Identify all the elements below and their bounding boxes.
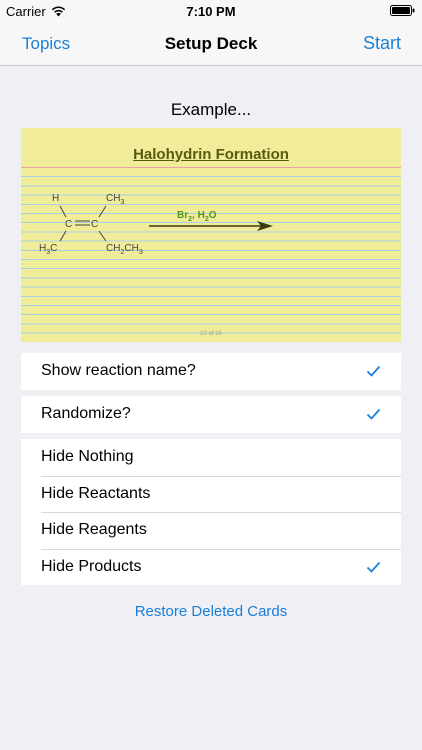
atom-ch3-top-sub: 3: [120, 199, 124, 206]
randomize-group: Randomize?: [21, 396, 401, 433]
row-label: Hide Reactants: [41, 484, 151, 502]
restore-deleted-cards-button[interactable]: Restore Deleted Cards: [0, 603, 422, 620]
atom-h3c-c: C: [50, 243, 57, 254]
example-card: Halohydrin Formation H C C CH3 H3C CH2CH…: [21, 128, 401, 342]
card-page-indicator: 10 of 16: [200, 331, 222, 337]
atom-c1: C: [65, 219, 72, 230]
hide-options-group: Hide Nothing Hide Reactants Hide Reagent…: [21, 439, 401, 585]
checkmark-icon: [366, 561, 381, 573]
atom-c2: C: [91, 219, 98, 230]
row-label: Hide Products: [41, 557, 142, 575]
hide-reagents-row[interactable]: Hide Reagents: [21, 512, 401, 549]
navigation-bar: Topics Setup Deck Start: [0, 22, 422, 66]
hide-reactants-row[interactable]: Hide Reactants: [21, 475, 401, 513]
randomize-row[interactable]: Randomize?: [21, 396, 401, 433]
start-button[interactable]: Start: [363, 33, 401, 54]
atom-h: H: [52, 193, 59, 204]
svg-text:CH2CH3: CH2CH3: [106, 243, 143, 254]
atom-ch2ch3-sub2: 3: [139, 249, 143, 254]
page-title: Setup Deck: [164, 34, 258, 53]
hide-products-row[interactable]: Hide Products: [21, 548, 401, 586]
reaction-name-group: Show reaction name?: [21, 353, 401, 390]
checkmark-icon: [366, 408, 381, 420]
row-label: Randomize?: [41, 405, 131, 422]
battery-icon: [390, 5, 415, 16]
row-label: Hide Nothing: [41, 448, 134, 465]
hide-nothing-row[interactable]: Hide Nothing: [21, 439, 401, 476]
row-label: Hide Reagents: [41, 521, 147, 538]
atom-ch2ch3-b: CH: [124, 243, 138, 254]
svg-text:CH3: CH3: [106, 193, 124, 206]
row-label: Show reaction name?: [41, 362, 196, 379]
example-label: Example...: [170, 100, 252, 119]
reaction-arrow-icon: [149, 221, 273, 231]
atom-ch2ch3-a: CH: [106, 243, 120, 254]
card-title: Halohydrin Formation: [133, 146, 289, 163]
atom-h3c: H: [39, 243, 46, 254]
status-time: 7:10 PM: [186, 4, 236, 19]
svg-text:H3C: H3C: [39, 243, 57, 254]
checkmark-icon: [366, 365, 381, 377]
atom-ch3-top: CH: [106, 193, 120, 204]
alkene-structure: H C C CH3 H3C CH2CH3: [39, 193, 143, 254]
show-reaction-name-row[interactable]: Show reaction name?: [21, 353, 401, 390]
status-bar: Carrier 7:10 PM: [0, 0, 422, 22]
